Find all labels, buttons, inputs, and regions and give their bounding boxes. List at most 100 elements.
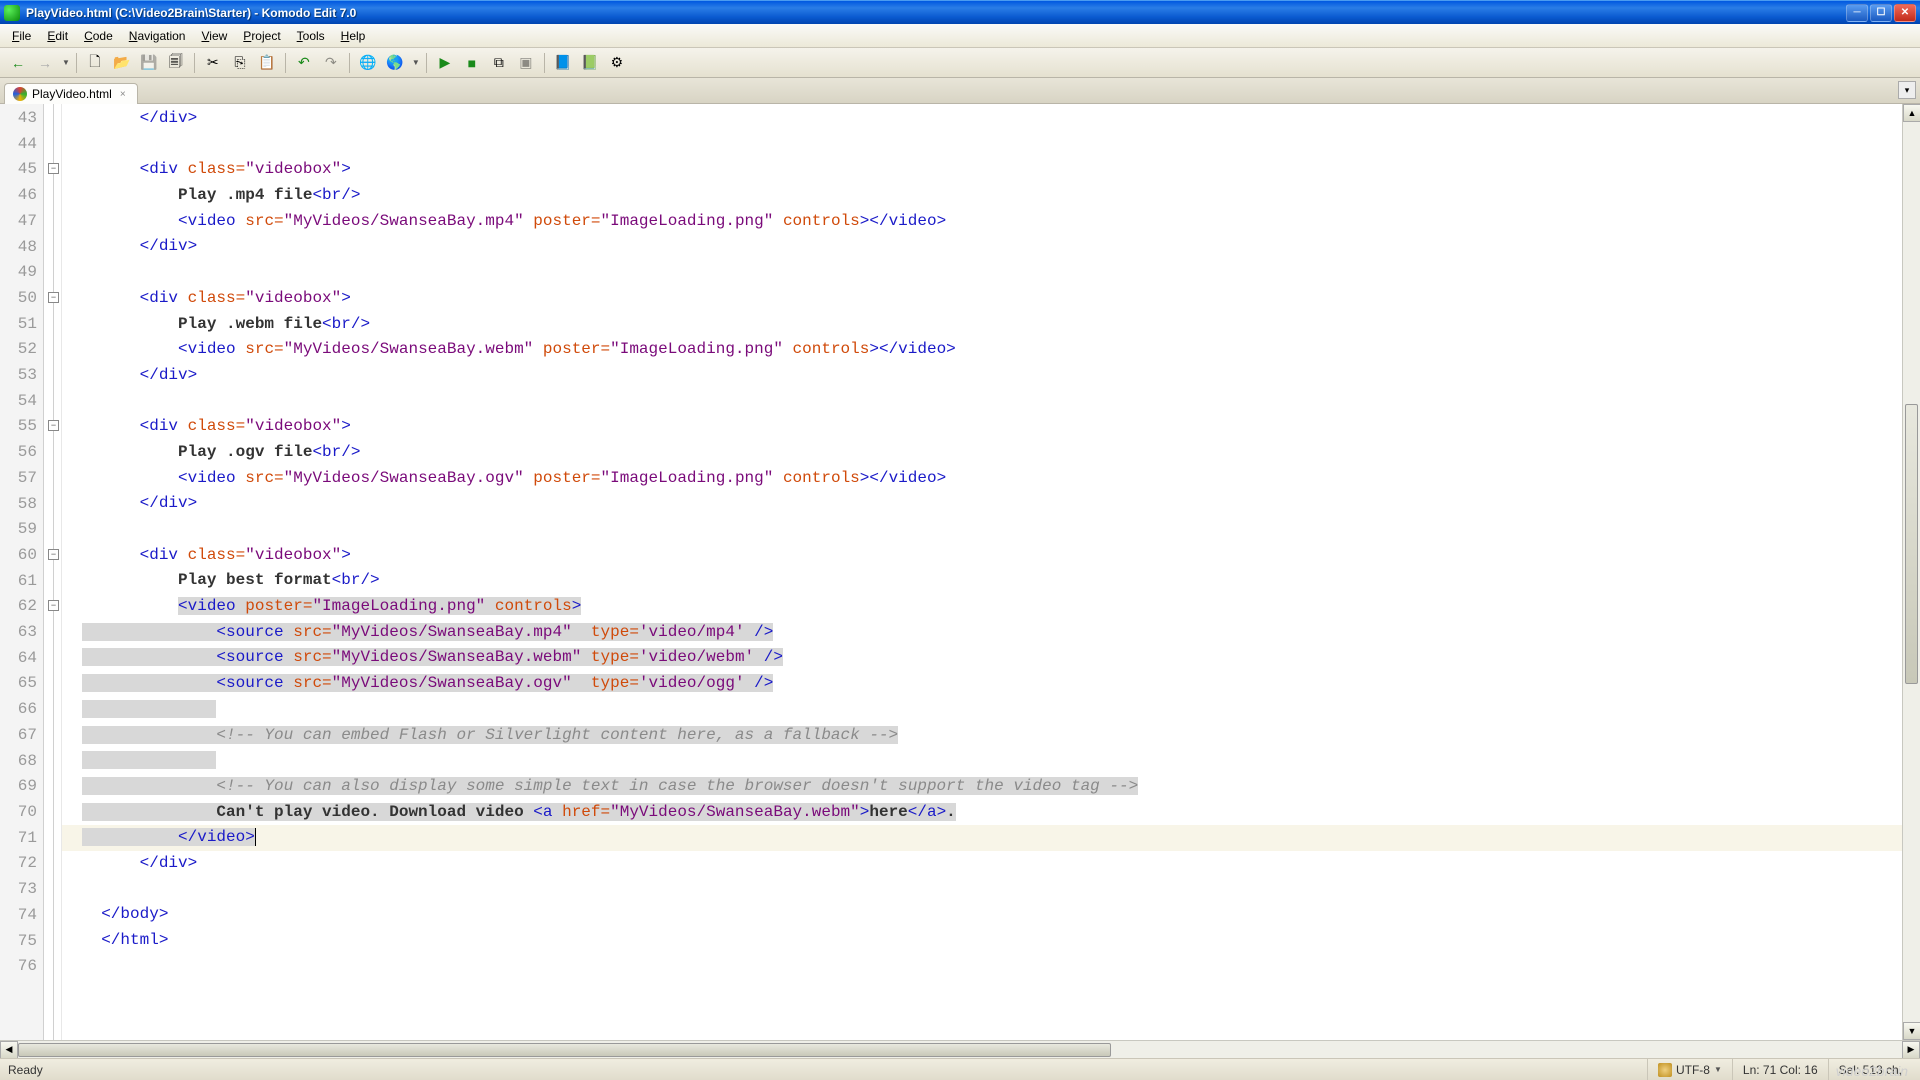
- code-line[interactable]: [62, 877, 1902, 903]
- scroll-right-button[interactable]: ▶: [1902, 1041, 1920, 1059]
- redo-button[interactable]: ↷: [319, 51, 343, 75]
- statusbar: Ready UTF-8 ▼ Ln: 71 Col: 16 Sel: 513 ch…: [0, 1058, 1920, 1080]
- code-area[interactable]: </div> <div class="videobox"> Play .mp4 …: [62, 104, 1902, 1040]
- menu-tools[interactable]: Tools: [289, 26, 333, 46]
- scroll-up-button[interactable]: ▲: [1903, 104, 1920, 122]
- code-line[interactable]: [62, 389, 1902, 415]
- toolbox-button-2[interactable]: 📗: [578, 51, 602, 75]
- code-line[interactable]: <video src="MyVideos/SwanseaBay.mp4" pos…: [62, 209, 1902, 235]
- code-line[interactable]: [62, 697, 1902, 723]
- scroll-thumb[interactable]: [1905, 404, 1918, 684]
- back-button[interactable]: ←: [6, 51, 30, 75]
- code-line[interactable]: <!-- You can also display some simple te…: [62, 774, 1902, 800]
- code-line[interactable]: [62, 517, 1902, 543]
- forward-button[interactable]: →: [33, 51, 57, 75]
- tab-list-button[interactable]: ▾: [1898, 81, 1916, 99]
- code-line[interactable]: <source src="MyVideos/SwanseaBay.webm" t…: [62, 645, 1902, 671]
- code-line[interactable]: <source src="MyVideos/SwanseaBay.mp4" ty…: [62, 620, 1902, 646]
- code-line[interactable]: [62, 260, 1902, 286]
- code-line[interactable]: </div>: [62, 851, 1902, 877]
- code-line[interactable]: Play .webm file<br/>: [62, 312, 1902, 338]
- menu-view[interactable]: View: [193, 26, 235, 46]
- code-line[interactable]: </video>: [62, 825, 1902, 851]
- code-line[interactable]: <source src="MyVideos/SwanseaBay.ogv" ty…: [62, 671, 1902, 697]
- code-line[interactable]: </div>: [62, 234, 1902, 260]
- open-file-button[interactable]: 📂: [110, 51, 134, 75]
- toolbox-button-3[interactable]: ⚙: [605, 51, 629, 75]
- undo-button[interactable]: ↶: [292, 51, 316, 75]
- menu-code[interactable]: Code: [76, 26, 121, 46]
- menubar: File Edit Code Navigation View Project T…: [0, 24, 1920, 48]
- save-all-button[interactable]: 🗐: [164, 51, 188, 75]
- globe-icon[interactable]: 🌎: [383, 51, 407, 75]
- line-number-gutter: 4344454647484950515253545556575859606162…: [0, 104, 44, 1040]
- code-line[interactable]: Play .mp4 file<br/>: [62, 183, 1902, 209]
- preview-button[interactable]: ⧉: [487, 51, 511, 75]
- status-encoding-cell[interactable]: UTF-8 ▼: [1647, 1059, 1732, 1080]
- code-line[interactable]: <div class="videobox">: [62, 543, 1902, 569]
- code-line[interactable]: <video src="MyVideos/SwanseaBay.webm" po…: [62, 337, 1902, 363]
- code-line[interactable]: <!-- You can embed Flash or Silverlight …: [62, 723, 1902, 749]
- tab-close-icon[interactable]: ×: [117, 88, 129, 100]
- scroll-down-button[interactable]: ▼: [1903, 1022, 1920, 1040]
- titlebar: PlayVideo.html (C:\Video2Brain\Starter) …: [0, 0, 1920, 24]
- code-line[interactable]: [62, 132, 1902, 158]
- encoding-dropdown-icon[interactable]: ▼: [1714, 1065, 1722, 1074]
- vertical-scrollbar[interactable]: ▲ ▼: [1902, 104, 1920, 1040]
- toolbox-button-1[interactable]: 📘: [551, 51, 575, 75]
- code-line[interactable]: </html>: [62, 928, 1902, 954]
- code-line[interactable]: <div class="videobox">: [62, 414, 1902, 440]
- window-title: PlayVideo.html (C:\Video2Brain\Starter) …: [26, 6, 1846, 20]
- code-line[interactable]: <div class="videobox">: [62, 286, 1902, 312]
- history-dropdown-icon[interactable]: ▼: [60, 58, 70, 67]
- tab-playvideo[interactable]: PlayVideo.html ×: [4, 83, 138, 104]
- hscroll-track[interactable]: [18, 1041, 1902, 1059]
- toolbar: ← → ▼ 🗋 📂 💾 🗐 ✂ ⎘ 📋 ↶ ↷ 🌐 🌎 ▼ ▶ ■ ⧉ ▣ 📘 …: [0, 48, 1920, 78]
- code-line[interactable]: [62, 954, 1902, 980]
- code-line[interactable]: Can't play video. Download video <a href…: [62, 800, 1902, 826]
- browser-preview-button[interactable]: 🌐: [356, 51, 380, 75]
- fold-marker[interactable]: −: [48, 163, 59, 174]
- new-file-button[interactable]: 🗋: [83, 51, 107, 75]
- code-line[interactable]: <video poster="ImageLoading.png" control…: [62, 594, 1902, 620]
- hscroll-thumb[interactable]: [18, 1043, 1111, 1057]
- menu-file[interactable]: File: [4, 26, 39, 46]
- code-editor[interactable]: 4344454647484950515253545556575859606162…: [0, 104, 1920, 1040]
- code-line[interactable]: Play .ogv file<br/>: [62, 440, 1902, 466]
- code-line[interactable]: </div>: [62, 106, 1902, 132]
- status-ready: Ready: [8, 1063, 1647, 1077]
- fold-column[interactable]: − − − − −: [44, 104, 62, 1040]
- horizontal-scrollbar[interactable]: ◀ ▶: [0, 1040, 1920, 1058]
- chrome-icon: [13, 87, 27, 101]
- globe-dropdown-icon[interactable]: ▼: [410, 58, 420, 67]
- run-button[interactable]: ▶: [433, 51, 457, 75]
- terminal-button[interactable]: ▣: [514, 51, 538, 75]
- menu-navigation[interactable]: Navigation: [121, 26, 194, 46]
- menu-edit[interactable]: Edit: [39, 26, 76, 46]
- status-encoding: UTF-8: [1676, 1063, 1710, 1077]
- menu-project[interactable]: Project: [235, 26, 288, 46]
- app-icon: [4, 5, 20, 21]
- scroll-left-button[interactable]: ◀: [0, 1041, 18, 1059]
- cut-button[interactable]: ✂: [201, 51, 225, 75]
- minimize-button[interactable]: ─: [1846, 4, 1868, 22]
- paste-button[interactable]: 📋: [255, 51, 279, 75]
- maximize-button[interactable]: ☐: [1870, 4, 1892, 22]
- code-line[interactable]: Play best format<br/>: [62, 568, 1902, 594]
- save-button[interactable]: 💾: [137, 51, 161, 75]
- menu-help[interactable]: Help: [333, 26, 374, 46]
- close-button[interactable]: ✕: [1894, 4, 1916, 22]
- encoding-icon: [1658, 1063, 1672, 1077]
- stop-button[interactable]: ■: [460, 51, 484, 75]
- code-line[interactable]: [62, 748, 1902, 774]
- code-line[interactable]: </div>: [62, 363, 1902, 389]
- code-line[interactable]: </body>: [62, 902, 1902, 928]
- fold-marker[interactable]: −: [48, 600, 59, 611]
- copy-button[interactable]: ⎘: [228, 51, 252, 75]
- fold-marker[interactable]: −: [48, 292, 59, 303]
- code-line[interactable]: <video src="MyVideos/SwanseaBay.ogv" pos…: [62, 466, 1902, 492]
- code-line[interactable]: </div>: [62, 491, 1902, 517]
- fold-marker[interactable]: −: [48, 549, 59, 560]
- code-line[interactable]: <div class="videobox">: [62, 157, 1902, 183]
- fold-marker[interactable]: −: [48, 420, 59, 431]
